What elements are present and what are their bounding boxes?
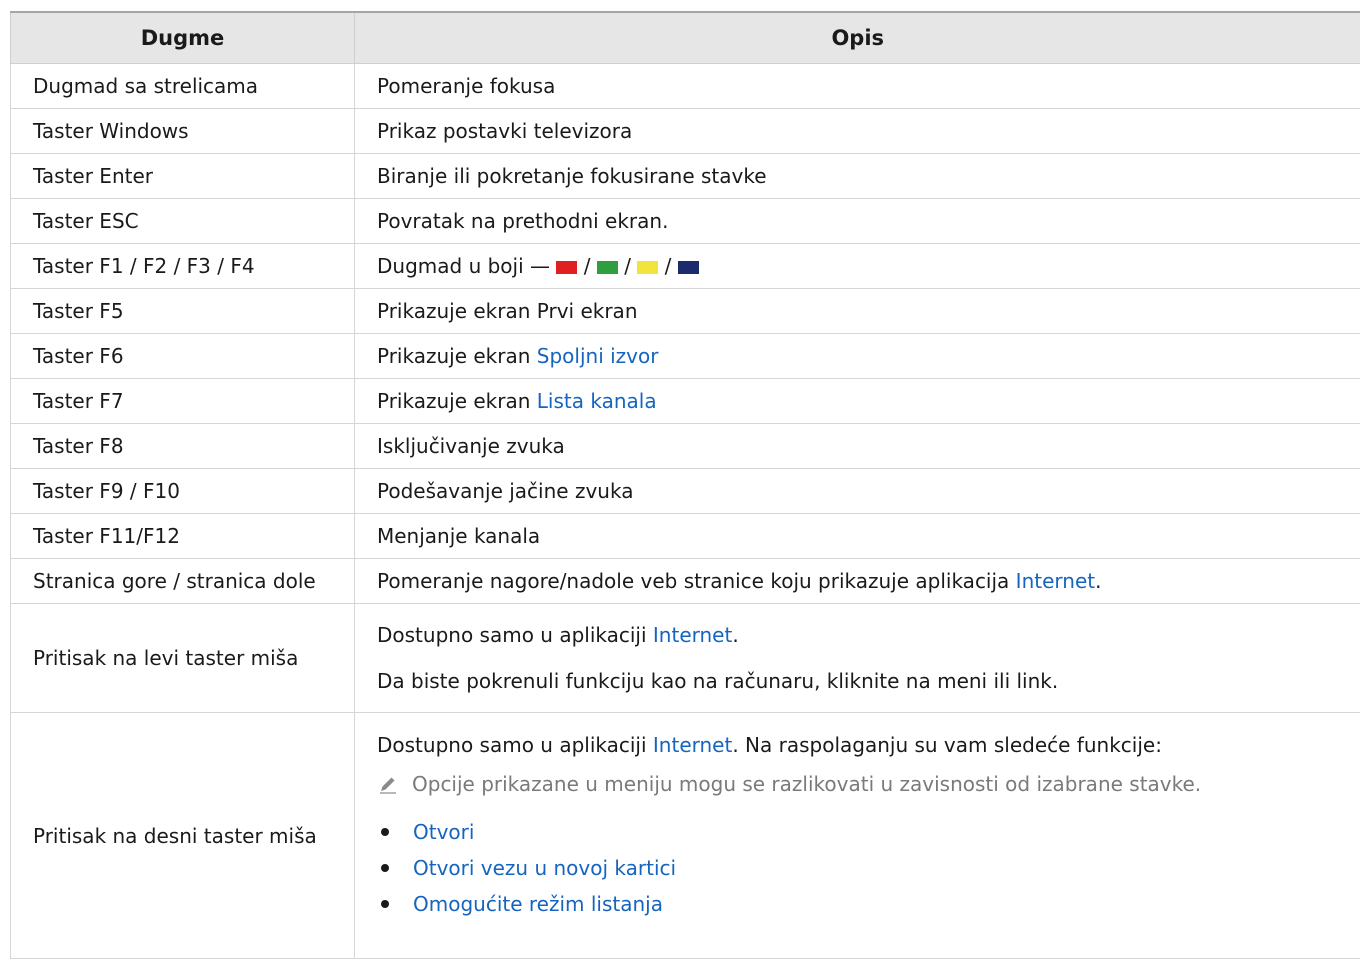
- list-item: Otvori: [377, 814, 1360, 850]
- table-row: Taster F1 / F2 / F3 / F4 Dugmad u boji —…: [11, 244, 1360, 289]
- desc-text: Dugmad u boji —: [377, 254, 550, 278]
- note-text: Opcije prikazane u meniju mogu se razlik…: [412, 772, 1201, 796]
- desc-cell: Povratak na prethodni ekran.: [355, 199, 1360, 244]
- desc-text: Pomeranje nagore/nadole veb stranice koj…: [377, 569, 1009, 593]
- desc-cell: Prikaz postavki televizora: [355, 109, 1360, 154]
- table-row: Taster F9 / F10 Podešavanje jačine zvuka: [11, 469, 1360, 514]
- key-cell: Dugmad sa strelicama: [11, 64, 355, 109]
- key-cell: Taster F1 / F2 / F3 / F4: [11, 244, 355, 289]
- link-internet[interactable]: Internet: [1016, 569, 1095, 593]
- link-otvori[interactable]: Otvori: [413, 820, 474, 844]
- link-rezim-listanja[interactable]: Omogućite režim listanja: [413, 892, 663, 916]
- desc-suffix: .: [732, 623, 738, 647]
- key-cell: Taster Enter: [11, 154, 355, 199]
- key-cell: Taster F11/F12: [11, 514, 355, 559]
- header-button: Dugme: [11, 12, 355, 64]
- desc-cell: Biranje ili pokretanje fokusirane stavke: [355, 154, 1360, 199]
- key-cell: Stranica gore / stranica dole: [11, 559, 355, 604]
- table-row: Pritisak na levi taster miša Dostupno sa…: [11, 604, 1360, 713]
- key-cell: Taster F5: [11, 289, 355, 334]
- bullet-icon: [381, 900, 389, 908]
- table-row: Taster Windows Prikaz postavki televizor…: [11, 109, 1360, 154]
- table-row: Taster ESC Povratak na prethodni ekran.: [11, 199, 1360, 244]
- desc-suffix: .: [1095, 569, 1101, 593]
- desc-cell: Prikazuje ekran Spoljni izvor: [355, 334, 1360, 379]
- desc-cell: Prikazuje ekran Lista kanala: [355, 379, 1360, 424]
- table-row: Taster F5 Prikazuje ekran Prvi ekran: [11, 289, 1360, 334]
- keyboard-shortcuts-table: Dugme Opis Dugmad sa strelicama Pomeranj…: [10, 11, 1360, 959]
- table-row: Stranica gore / stranica dole Pomeranje …: [11, 559, 1360, 604]
- separator: /: [584, 254, 591, 278]
- desc-cell: Podešavanje jačine zvuka: [355, 469, 1360, 514]
- desc-text: Dostupno samo u aplikaciji: [377, 623, 647, 647]
- note: Opcije prikazane u meniju mogu se razlik…: [377, 772, 1360, 796]
- table-row: Taster Enter Biranje ili pokretanje foku…: [11, 154, 1360, 199]
- desc-cell: Dostupno samo u aplikaciji Internet. Da …: [355, 604, 1360, 713]
- desc-text: Prikazuje ekran: [377, 344, 530, 368]
- table-row: Pritisak na desni taster miša Dostupno s…: [11, 713, 1360, 959]
- key-cell: Taster F8: [11, 424, 355, 469]
- desc-cell: Pomeranje nagore/nadole veb stranice koj…: [355, 559, 1360, 604]
- pencil-icon: [377, 773, 399, 795]
- header-description: Opis: [355, 12, 1360, 64]
- key-cell: Pritisak na levi taster miša: [11, 604, 355, 713]
- list-item: Omogućite režim listanja: [377, 886, 1360, 922]
- link-internet[interactable]: Internet: [653, 623, 732, 647]
- function-list: Otvori Otvori vezu u novoj kartici Omogu…: [377, 814, 1360, 922]
- separator: /: [624, 254, 631, 278]
- link-spoljni-izvor[interactable]: Spoljni izvor: [537, 344, 659, 368]
- desc-cell: Menjanje kanala: [355, 514, 1360, 559]
- table-row: Taster F11/F12 Menjanje kanala: [11, 514, 1360, 559]
- key-cell: Taster F9 / F10: [11, 469, 355, 514]
- desc-paragraph: Da biste pokrenuli funkciju kao na račun…: [377, 669, 1360, 693]
- desc-cell: Dugmad u boji — / / /: [355, 244, 1360, 289]
- desc-cell: Dostupno samo u aplikaciji Internet. Na …: [355, 713, 1360, 959]
- desc-cell: Isključivanje zvuka: [355, 424, 1360, 469]
- table-row: Dugmad sa strelicama Pomeranje fokusa: [11, 64, 1360, 109]
- bullet-icon: [381, 828, 389, 836]
- desc-cell: Pomeranje fokusa: [355, 64, 1360, 109]
- link-otvori-vezu[interactable]: Otvori vezu u novoj kartici: [413, 856, 676, 880]
- desc-paragraph: Dostupno samo u aplikaciji Internet. Na …: [377, 733, 1360, 757]
- desc-text: Prikazuje ekran: [377, 389, 530, 413]
- link-internet[interactable]: Internet: [653, 733, 732, 757]
- list-item: Otvori vezu u novoj kartici: [377, 850, 1360, 886]
- yellow-swatch: [637, 261, 658, 274]
- key-cell: Taster F6: [11, 334, 355, 379]
- table-row: Taster F7 Prikazuje ekran Lista kanala: [11, 379, 1360, 424]
- green-swatch: [597, 261, 618, 274]
- key-cell: Pritisak na desni taster miša: [11, 713, 355, 959]
- link-lista-kanala[interactable]: Lista kanala: [537, 389, 657, 413]
- table-header-row: Dugme Opis: [11, 12, 1360, 64]
- desc-suffix: . Na raspolaganju su vam sledeće funkcij…: [732, 733, 1162, 757]
- key-cell: Taster Windows: [11, 109, 355, 154]
- key-cell: Taster F7: [11, 379, 355, 424]
- desc-paragraph: Dostupno samo u aplikaciji Internet.: [377, 623, 1360, 647]
- table-row: Taster F6 Prikazuje ekran Spoljni izvor: [11, 334, 1360, 379]
- red-swatch: [556, 261, 577, 274]
- separator: /: [665, 254, 672, 278]
- desc-cell: Prikazuje ekran Prvi ekran: [355, 289, 1360, 334]
- desc-text: Dostupno samo u aplikaciji: [377, 733, 647, 757]
- blue-swatch: [678, 261, 699, 274]
- bullet-icon: [381, 864, 389, 872]
- key-cell: Taster ESC: [11, 199, 355, 244]
- table-row: Taster F8 Isključivanje zvuka: [11, 424, 1360, 469]
